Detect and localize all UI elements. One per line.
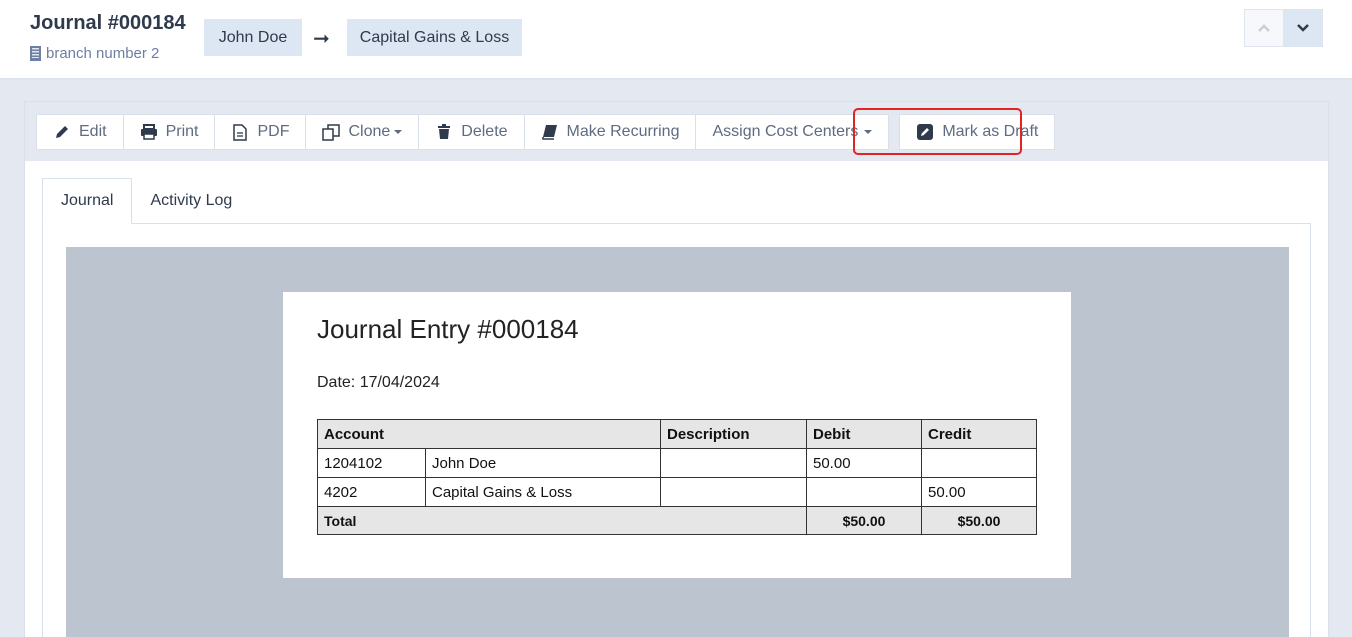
- column-header-account: Account: [317, 419, 661, 449]
- description-cell: [660, 448, 807, 478]
- pdf-label: PDF: [257, 123, 290, 140]
- journal-panel: Edit Print PDF Clone Delete Make Recurri…: [24, 101, 1329, 637]
- total-row: Total $50.00 $50.00: [317, 506, 1037, 535]
- clone-label: Clone: [348, 123, 391, 140]
- column-header-description: Description: [660, 419, 807, 449]
- edit-label: Edit: [79, 123, 107, 140]
- journal-table: Account Description Debit Credit 1204102…: [317, 419, 1037, 535]
- previous-record-button[interactable]: [1244, 9, 1284, 47]
- delete-label: Delete: [461, 123, 508, 140]
- pencil-icon: [53, 123, 71, 141]
- print-label: Print: [165, 123, 199, 140]
- printer-icon: [140, 123, 158, 141]
- from-account-chip[interactable]: John Doe: [204, 19, 302, 56]
- document-title: Journal Entry #000184: [317, 314, 579, 344]
- clone-button[interactable]: Clone: [305, 114, 420, 150]
- column-header-debit: Debit: [806, 419, 922, 449]
- credit-cell: 50.00: [921, 477, 1037, 507]
- assign-cost-centers-label: Assign Cost Centers: [712, 123, 859, 140]
- file-icon: [231, 123, 249, 141]
- book-icon: [541, 123, 559, 141]
- building-icon: [30, 46, 41, 61]
- credit-cell: [921, 448, 1037, 478]
- delete-button[interactable]: Delete: [418, 114, 525, 150]
- tab-activity-log[interactable]: Activity Log: [132, 178, 250, 224]
- branch-link[interactable]: branch number 2: [30, 45, 159, 62]
- make-recurring-button[interactable]: Make Recurring: [523, 114, 697, 150]
- pdf-button[interactable]: PDF: [214, 114, 307, 150]
- journal-document: Journal Entry #000184 Date: 17/04/2024 A…: [283, 292, 1071, 578]
- print-button[interactable]: Print: [122, 114, 216, 150]
- total-credit: $50.00: [921, 506, 1037, 535]
- table-row: 4202 Capital Gains & Loss 50.00: [317, 477, 1037, 507]
- description-cell: [660, 477, 807, 507]
- trash-icon: [435, 123, 453, 141]
- arrow-right-icon: ➞: [313, 28, 330, 50]
- edit-button[interactable]: Edit: [36, 114, 124, 150]
- account-name: John Doe: [425, 448, 661, 478]
- account-code: 4202: [317, 477, 426, 507]
- make-recurring-label: Make Recurring: [566, 123, 680, 140]
- to-account-chip[interactable]: Capital Gains & Loss: [347, 19, 522, 56]
- tab-bar: Journal Activity Log: [42, 178, 250, 224]
- chevron-down-icon: [1297, 24, 1309, 32]
- table-header-row: Account Description Debit Credit: [317, 419, 1037, 449]
- caret-down-icon: [394, 130, 403, 134]
- document-preview: Journal Entry #000184 Date: 17/04/2024 A…: [66, 247, 1289, 637]
- table-row: 1204102 John Doe 50.00: [317, 448, 1037, 478]
- total-label: Total: [317, 506, 807, 535]
- debit-cell: [806, 477, 922, 507]
- page-header: Journal #000184 branch number 2 John Doe…: [0, 0, 1352, 78]
- column-header-credit: Credit: [921, 419, 1037, 449]
- page-title: Journal #000184: [30, 12, 186, 34]
- copy-icon: [322, 123, 341, 141]
- account-name: Capital Gains & Loss: [425, 477, 661, 507]
- account-code: 1204102: [317, 448, 426, 478]
- chevron-up-icon: [1258, 24, 1270, 32]
- action-toolbar: Edit Print PDF Clone Delete Make Recurri…: [25, 102, 1328, 161]
- tab-journal[interactable]: Journal: [42, 178, 133, 224]
- debit-cell: 50.00: [806, 448, 922, 478]
- next-record-button[interactable]: [1283, 9, 1323, 47]
- document-date: Date: 17/04/2024: [317, 374, 440, 391]
- highlight-box: [853, 108, 1022, 155]
- branch-label: branch number 2: [46, 45, 160, 62]
- total-debit: $50.00: [806, 506, 922, 535]
